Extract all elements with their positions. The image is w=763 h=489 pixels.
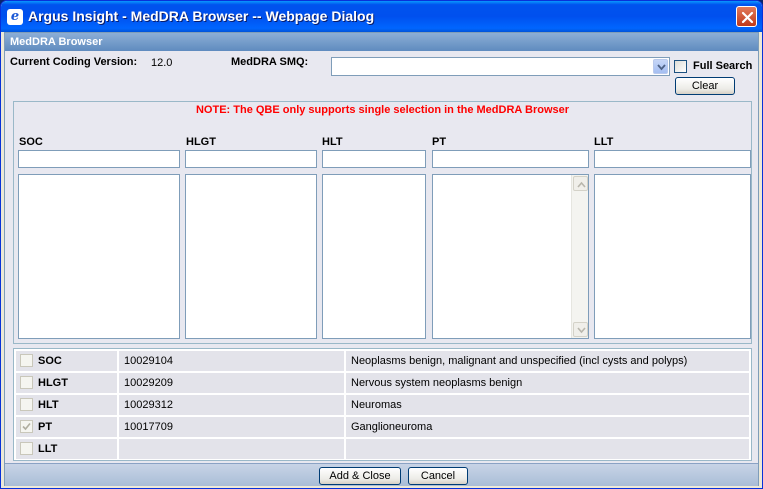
- code-cell: 10029104: [119, 351, 344, 371]
- close-button[interactable]: [736, 6, 757, 27]
- hlt-list[interactable]: [322, 174, 426, 339]
- meddra-code: 10029209: [124, 377, 173, 389]
- pt-search-input[interactable]: [432, 150, 589, 168]
- meddra-term: Neoplasms benign, malignant and unspecif…: [351, 355, 688, 367]
- pt-column-label: PT: [432, 136, 447, 148]
- full-search-checkbox[interactable]: [674, 60, 687, 73]
- coding-version-value: 12.0: [151, 57, 173, 69]
- table-row: HLGT 10029209 Nervous system neoplasms b…: [16, 373, 749, 393]
- hlgt-checkbox[interactable]: [20, 376, 33, 389]
- close-icon: [741, 11, 754, 24]
- meddra-term: Nervous system neoplasms benign: [351, 377, 523, 389]
- browser-panel: NOTE: The QBE only supports single selec…: [13, 101, 752, 344]
- level-label: HLT: [38, 399, 59, 411]
- full-search-label: Full Search: [693, 60, 753, 72]
- ie-icon: e: [7, 9, 23, 25]
- meddra-term: Neuromas: [351, 399, 402, 411]
- soc-list[interactable]: [18, 174, 180, 339]
- llt-search-input[interactable]: [594, 150, 751, 168]
- table-row: HLT 10029312 Neuromas: [16, 395, 749, 415]
- hlgt-list[interactable]: [185, 174, 317, 339]
- meddra-code: 10017709: [124, 421, 173, 433]
- soc-column-label: SOC: [19, 136, 43, 148]
- hlgt-search-input[interactable]: [185, 150, 317, 168]
- hlt-checkbox[interactable]: [20, 398, 33, 411]
- scroll-down-button[interactable]: [573, 322, 588, 337]
- add-close-button[interactable]: Add & Close: [319, 467, 401, 485]
- chevron-down-icon: [657, 64, 666, 71]
- meddra-code: 10029104: [124, 355, 173, 367]
- title-bar[interactable]: e Argus Insight - MedDRA Browser -- Webp…: [1, 1, 762, 32]
- code-cell: 10029209: [119, 373, 344, 393]
- chevron-up-icon: [577, 181, 586, 188]
- level-label: HLGT: [38, 377, 68, 389]
- pt-list[interactable]: [432, 174, 589, 339]
- soc-search-input[interactable]: [18, 150, 180, 168]
- table-row: SOC 10029104 Neoplasms benign, malignant…: [16, 351, 749, 371]
- selection-table: SOC 10029104 Neoplasms benign, malignant…: [13, 348, 752, 461]
- code-cell: 10029312: [119, 395, 344, 415]
- level-cell: HLT: [16, 395, 117, 415]
- scroll-up-button[interactable]: [573, 176, 588, 191]
- pt-checkbox[interactable]: [20, 420, 33, 433]
- qbe-note: NOTE: The QBE only supports single selec…: [195, 104, 570, 116]
- meddra-code: 10029312: [124, 399, 173, 411]
- term-cell: Neoplasms benign, malignant and unspecif…: [346, 351, 749, 371]
- term-cell: Nervous system neoplasms benign: [346, 373, 749, 393]
- llt-checkbox[interactable]: [20, 442, 33, 455]
- window-title: Argus Insight - MedDRA Browser -- Webpag…: [28, 8, 375, 24]
- hlt-search-input[interactable]: [322, 150, 426, 168]
- term-cell: Neuromas: [346, 395, 749, 415]
- coding-version-label: Current Coding Version:: [10, 56, 138, 68]
- button-bar: Add & Close Cancel: [5, 463, 758, 486]
- checkmark-icon: [22, 422, 31, 431]
- level-label: PT: [38, 421, 53, 433]
- term-cell: Ganglioneuroma: [346, 417, 749, 437]
- dialog-window: e Argus Insight - MedDRA Browser -- Webp…: [0, 0, 763, 489]
- smq-select[interactable]: [331, 57, 670, 76]
- dialog-content: MedDRA Browser Current Coding Version: 1…: [4, 32, 759, 486]
- term-cell: [346, 439, 749, 459]
- level-cell: SOC: [16, 351, 117, 371]
- section-header: MedDRA Browser: [5, 33, 758, 51]
- llt-column-label: LLT: [594, 136, 614, 148]
- level-label: SOC: [38, 355, 62, 367]
- pt-list-scrollbar[interactable]: [571, 175, 588, 338]
- level-cell: HLGT: [16, 373, 117, 393]
- table-row: LLT: [16, 439, 749, 459]
- level-label: LLT: [38, 443, 58, 455]
- soc-checkbox[interactable]: [20, 354, 33, 367]
- meddra-term: Ganglioneuroma: [351, 421, 433, 433]
- clear-button[interactable]: Clear: [675, 77, 735, 95]
- code-cell: [119, 439, 344, 459]
- llt-list[interactable]: [594, 174, 751, 339]
- cancel-button[interactable]: Cancel: [408, 467, 468, 485]
- chevron-down-icon: [577, 327, 586, 334]
- code-cell: 10017709: [119, 417, 344, 437]
- level-cell: PT: [16, 417, 117, 437]
- level-cell: LLT: [16, 439, 117, 459]
- hlgt-column-label: HLGT: [186, 136, 216, 148]
- hlt-column-label: HLT: [322, 136, 343, 148]
- table-row: PT 10017709 Ganglioneuroma: [16, 417, 749, 437]
- smq-label: MedDRA SMQ:: [231, 56, 309, 68]
- dropdown-button[interactable]: [653, 59, 668, 74]
